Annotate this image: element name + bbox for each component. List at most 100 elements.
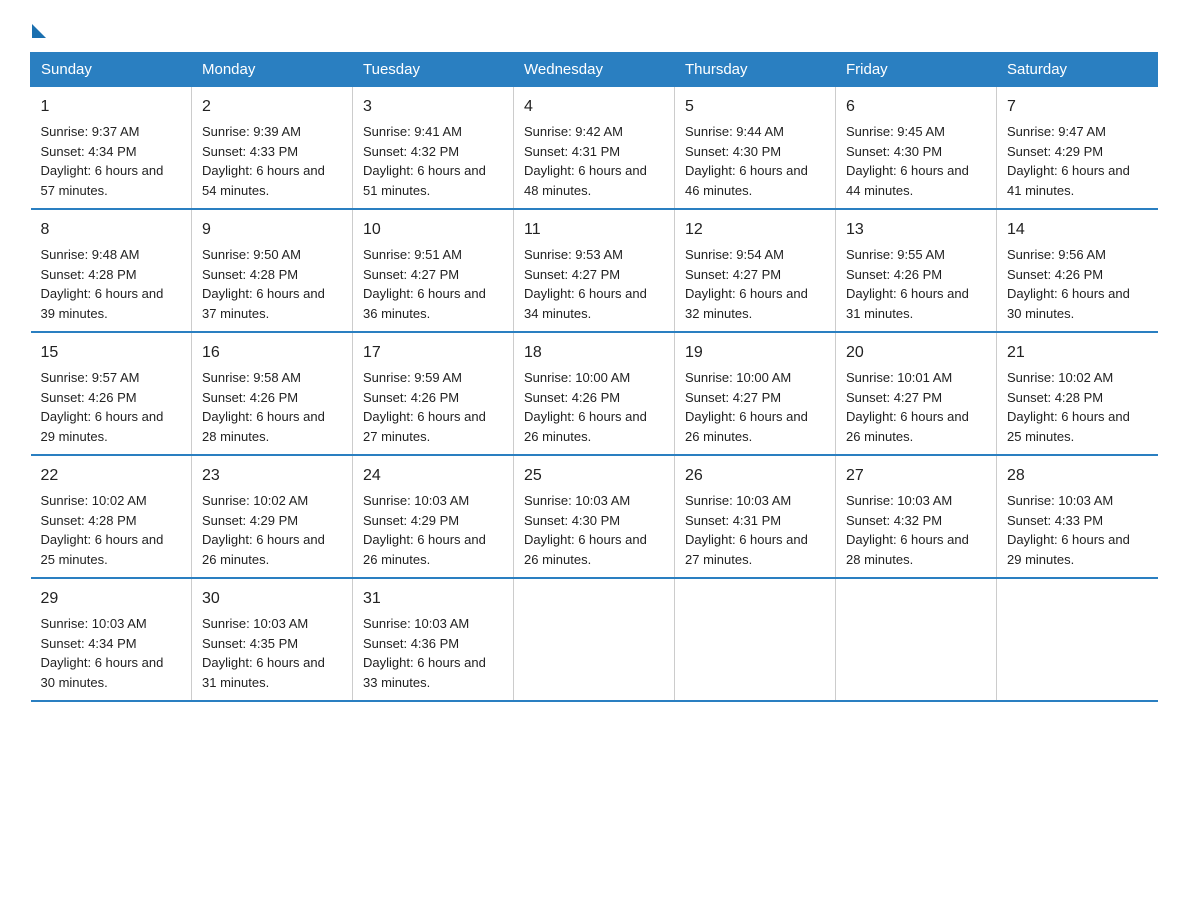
day-info: Sunrise: 10:02 AMSunset: 4:28 PMDaylight… (1007, 370, 1130, 444)
day-number: 10 (363, 218, 503, 242)
calendar-cell: 15 Sunrise: 9:57 AMSunset: 4:26 PMDayligh… (31, 332, 192, 455)
day-info: Sunrise: 9:39 AMSunset: 4:33 PMDaylight:… (202, 124, 325, 198)
day-number: 27 (846, 464, 986, 488)
week-row-3: 15 Sunrise: 9:57 AMSunset: 4:26 PMDayligh… (31, 332, 1158, 455)
calendar-cell: 23 Sunrise: 10:02 AMSunset: 4:29 PMDaylig… (192, 455, 353, 578)
day-info: Sunrise: 10:00 AMSunset: 4:26 PMDaylight… (524, 370, 647, 444)
day-info: Sunrise: 10:00 AMSunset: 4:27 PMDaylight… (685, 370, 808, 444)
calendar-cell: 3Sunrise: 9:41 AMSunset: 4:32 PMDaylight… (353, 87, 514, 210)
day-number: 7 (1007, 95, 1148, 119)
day-number: 9 (202, 218, 342, 242)
calendar-cell: 26Sunrise: 10:03 AMSunset: 4:31 PMDaylig… (675, 455, 836, 578)
day-info: Sunrise: 10:01 AMSunset: 4:27 PMDaylight… (846, 370, 969, 444)
calendar-cell: 20 Sunrise: 10:01 AMSunset: 4:27 PMDaylig… (836, 332, 997, 455)
day-number: 13 (846, 218, 986, 242)
calendar-cell: 14 Sunrise: 9:56 AMSunset: 4:26 PMDayligh… (997, 209, 1158, 332)
calendar-cell: 22Sunrise: 10:02 AMSunset: 4:28 PMDaylig… (31, 455, 192, 578)
day-info: Sunrise: 9:53 AMSunset: 4:27 PMDaylight:… (524, 247, 647, 321)
day-info: Sunrise: 9:58 AMSunset: 4:26 PMDaylight:… (202, 370, 325, 444)
day-number: 21 (1007, 341, 1148, 365)
day-number: 1 (41, 95, 182, 119)
calendar-cell: 13 Sunrise: 9:55 AMSunset: 4:26 PMDayligh… (836, 209, 997, 332)
day-number: 6 (846, 95, 986, 119)
day-info: Sunrise: 9:42 AMSunset: 4:31 PMDaylight:… (524, 124, 647, 198)
logo (30, 20, 46, 34)
weekday-header-saturday: Saturday (997, 53, 1158, 87)
calendar-cell: 31Sunrise: 10:03 AMSunset: 4:36 PMDaylig… (353, 578, 514, 701)
day-info: Sunrise: 9:51 AMSunset: 4:27 PMDaylight:… (363, 247, 486, 321)
day-number: 20 (846, 341, 986, 365)
calendar-cell (514, 578, 675, 701)
calendar-cell: 1 Sunrise: 9:37 AMSunset: 4:34 PMDaylight… (31, 87, 192, 210)
day-number: 4 (524, 95, 664, 119)
day-number: 12 (685, 218, 825, 242)
calendar-cell: 4 Sunrise: 9:42 AMSunset: 4:31 PMDaylight… (514, 87, 675, 210)
calendar-cell: 24 Sunrise: 10:03 AMSunset: 4:29 PMDaylig… (353, 455, 514, 578)
calendar-cell: 10 Sunrise: 9:51 AMSunset: 4:27 PMDayligh… (353, 209, 514, 332)
day-info: Sunrise: 10:03 AMSunset: 4:36 PMDaylight… (363, 616, 486, 690)
day-number: 22 (41, 464, 182, 488)
calendar-cell (997, 578, 1158, 701)
week-row-5: 29 Sunrise: 10:03 AMSunset: 4:34 PMDaylig… (31, 578, 1158, 701)
day-number: 8 (41, 218, 182, 242)
day-info: Sunrise: 10:03 AMSunset: 4:29 PMDaylight… (363, 493, 486, 567)
weekday-header-monday: Monday (192, 53, 353, 87)
day-info: Sunrise: 9:55 AMSunset: 4:26 PMDaylight:… (846, 247, 969, 321)
day-info: Sunrise: 10:03 AMSunset: 4:33 PMDaylight… (1007, 493, 1130, 567)
day-info: Sunrise: 9:48 AMSunset: 4:28 PMDaylight:… (41, 247, 164, 321)
day-info: Sunrise: 10:03 AMSunset: 4:34 PMDaylight… (41, 616, 164, 690)
day-number: 25 (524, 464, 664, 488)
day-info: Sunrise: 9:59 AMSunset: 4:26 PMDaylight:… (363, 370, 486, 444)
calendar-cell: 16 Sunrise: 9:58 AMSunset: 4:26 PMDayligh… (192, 332, 353, 455)
calendar-cell: 28Sunrise: 10:03 AMSunset: 4:33 PMDaylig… (997, 455, 1158, 578)
week-row-4: 22Sunrise: 10:02 AMSunset: 4:28 PMDaylig… (31, 455, 1158, 578)
calendar-cell: 12 Sunrise: 9:54 AMSunset: 4:27 PMDayligh… (675, 209, 836, 332)
week-row-2: 8 Sunrise: 9:48 AMSunset: 4:28 PMDaylight… (31, 209, 1158, 332)
day-number: 26 (685, 464, 825, 488)
day-info: Sunrise: 10:03 AMSunset: 4:35 PMDaylight… (202, 616, 325, 690)
day-info: Sunrise: 10:02 AMSunset: 4:29 PMDaylight… (202, 493, 325, 567)
day-number: 5 (685, 95, 825, 119)
weekday-header-row: SundayMondayTuesdayWednesdayThursdayFrid… (31, 53, 1158, 87)
week-row-1: 1 Sunrise: 9:37 AMSunset: 4:34 PMDaylight… (31, 87, 1158, 210)
day-number: 16 (202, 341, 342, 365)
weekday-header-friday: Friday (836, 53, 997, 87)
day-info: Sunrise: 9:54 AMSunset: 4:27 PMDaylight:… (685, 247, 808, 321)
logo-triangle-icon (32, 24, 46, 38)
calendar-cell: 27 Sunrise: 10:03 AMSunset: 4:32 PMDaylig… (836, 455, 997, 578)
calendar-cell (675, 578, 836, 701)
calendar-cell: 21 Sunrise: 10:02 AMSunset: 4:28 PMDaylig… (997, 332, 1158, 455)
day-number: 14 (1007, 218, 1148, 242)
day-info: Sunrise: 9:50 AMSunset: 4:28 PMDaylight:… (202, 247, 325, 321)
day-number: 3 (363, 95, 503, 119)
calendar-table: SundayMondayTuesdayWednesdayThursdayFrid… (30, 52, 1158, 702)
weekday-header-sunday: Sunday (31, 53, 192, 87)
day-number: 23 (202, 464, 342, 488)
day-info: Sunrise: 9:37 AMSunset: 4:34 PMDaylight:… (41, 124, 164, 198)
day-info: Sunrise: 9:44 AMSunset: 4:30 PMDaylight:… (685, 124, 808, 198)
day-info: Sunrise: 9:47 AMSunset: 4:29 PMDaylight:… (1007, 124, 1130, 198)
day-number: 2 (202, 95, 342, 119)
day-info: Sunrise: 10:03 AMSunset: 4:32 PMDaylight… (846, 493, 969, 567)
day-info: Sunrise: 9:56 AMSunset: 4:26 PMDaylight:… (1007, 247, 1130, 321)
calendar-cell (836, 578, 997, 701)
calendar-cell: 30Sunrise: 10:03 AMSunset: 4:35 PMDaylig… (192, 578, 353, 701)
calendar-cell: 7 Sunrise: 9:47 AMSunset: 4:29 PMDaylight… (997, 87, 1158, 210)
day-number: 18 (524, 341, 664, 365)
day-info: Sunrise: 9:57 AMSunset: 4:26 PMDaylight:… (41, 370, 164, 444)
day-info: Sunrise: 10:03 AMSunset: 4:30 PMDaylight… (524, 493, 647, 567)
weekday-header-thursday: Thursday (675, 53, 836, 87)
calendar-cell: 19Sunrise: 10:00 AMSunset: 4:27 PMDaylig… (675, 332, 836, 455)
calendar-cell: 5 Sunrise: 9:44 AMSunset: 4:30 PMDaylight… (675, 87, 836, 210)
weekday-header-wednesday: Wednesday (514, 53, 675, 87)
page-header (30, 20, 1158, 34)
day-number: 29 (41, 587, 182, 611)
calendar-cell: 18 Sunrise: 10:00 AMSunset: 4:26 PMDaylig… (514, 332, 675, 455)
calendar-cell: 9 Sunrise: 9:50 AMSunset: 4:28 PMDaylight… (192, 209, 353, 332)
calendar-cell: 6Sunrise: 9:45 AMSunset: 4:30 PMDaylight… (836, 87, 997, 210)
day-number: 24 (363, 464, 503, 488)
day-number: 11 (524, 218, 664, 242)
calendar-cell: 25 Sunrise: 10:03 AMSunset: 4:30 PMDaylig… (514, 455, 675, 578)
calendar-cell: 29 Sunrise: 10:03 AMSunset: 4:34 PMDaylig… (31, 578, 192, 701)
day-number: 15 (41, 341, 182, 365)
